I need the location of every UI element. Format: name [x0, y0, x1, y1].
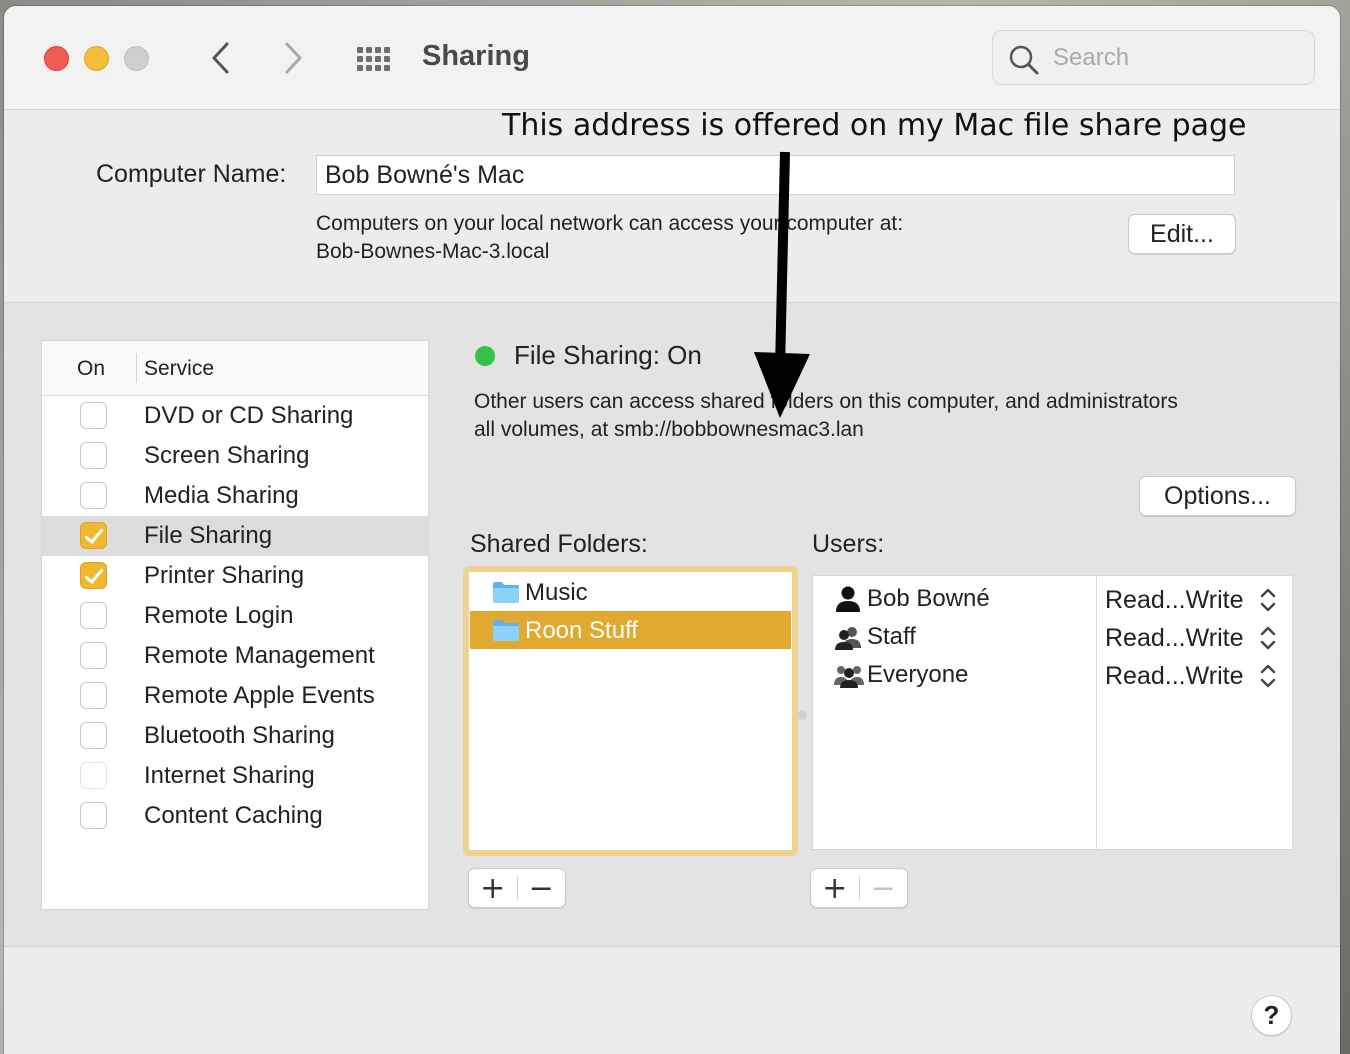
- minimize-window-button[interactable]: [84, 46, 109, 71]
- service-label: Remote Apple Events: [144, 682, 375, 709]
- user-row[interactable]: Everyone Read...Write: [813, 656, 1292, 694]
- service-row[interactable]: Bluetooth Sharing: [42, 716, 428, 756]
- service-checkbox[interactable]: [80, 762, 107, 789]
- user-row[interactable]: Bob Bowné Read...Write: [813, 580, 1292, 618]
- search-icon: [1009, 45, 1039, 75]
- chevron-up-down-icon[interactable]: [1259, 624, 1277, 657]
- remove-folder-button[interactable]: −: [517, 869, 565, 907]
- forward-button[interactable]: [274, 36, 314, 80]
- shared-folders-list[interactable]: Music Roon Stuff: [463, 566, 798, 856]
- service-row[interactable]: Internet Sharing: [42, 756, 428, 796]
- chevron-up-down-icon[interactable]: [1259, 586, 1277, 619]
- split-view-handle[interactable]: [797, 710, 807, 720]
- window-title: Sharing: [422, 40, 530, 72]
- service-checkbox[interactable]: [80, 642, 107, 669]
- chevron-up-down-icon[interactable]: [1259, 662, 1277, 695]
- users-list[interactable]: Bob Bowné Read...Write Staff Read...Write Ev…: [812, 575, 1293, 850]
- user-name: Everyone: [867, 661, 969, 688]
- zoom-window-button[interactable]: [124, 46, 149, 71]
- remove-user-button[interactable]: −: [859, 869, 907, 907]
- local-address-line2: Bob-Bownes-Mac-3.local: [316, 240, 550, 263]
- users-label: Users:: [812, 530, 885, 558]
- status-indicator-icon: [475, 346, 495, 366]
- service-row[interactable]: Remote Management: [42, 636, 428, 676]
- search-field[interactable]: [992, 30, 1315, 85]
- service-label: Bluetooth Sharing: [144, 722, 335, 749]
- service-list: On Service DVD or CD Sharing Screen Shari…: [41, 340, 429, 910]
- service-label: Remote Management: [144, 642, 375, 669]
- description-line1: Other users can access shared folders on…: [474, 390, 1178, 413]
- edit-button[interactable]: Edit...: [1128, 214, 1236, 254]
- service-row[interactable]: File Sharing: [42, 516, 428, 556]
- service-row[interactable]: Printer Sharing: [42, 556, 428, 596]
- service-label: File Sharing: [144, 522, 273, 549]
- service-checkbox[interactable]: [80, 442, 107, 469]
- service-label: Screen Sharing: [144, 442, 310, 469]
- service-row[interactable]: Media Sharing: [42, 476, 428, 516]
- local-address-line1: Computers on your local network can acce…: [316, 212, 904, 235]
- service-label: Content Caching: [144, 802, 323, 829]
- service-row[interactable]: Remote Login: [42, 596, 428, 636]
- service-checkbox[interactable]: [80, 402, 107, 429]
- user-name: Bob Bowné: [867, 585, 990, 612]
- user-name: Staff: [867, 623, 916, 650]
- service-checkbox[interactable]: [80, 602, 107, 629]
- user-row[interactable]: Staff Read...Write: [813, 618, 1292, 656]
- service-label: Media Sharing: [144, 482, 299, 509]
- file-sharing-status: File Sharing: On: [514, 340, 702, 370]
- folder-icon: [492, 580, 520, 609]
- folder-icon: [492, 618, 520, 647]
- service-row[interactable]: Screen Sharing: [42, 436, 428, 476]
- add-folder-button[interactable]: +: [469, 869, 517, 907]
- title-bar: Sharing: [4, 6, 1340, 110]
- chevron-left-icon: [212, 42, 229, 74]
- computer-name-field[interactable]: [316, 155, 1235, 195]
- search-input[interactable]: [1053, 41, 1303, 75]
- service-label: DVD or CD Sharing: [144, 402, 354, 429]
- users-add-remove-control: + −: [810, 868, 908, 908]
- back-button[interactable]: [200, 36, 240, 80]
- help-button[interactable]: ?: [1251, 995, 1292, 1036]
- shared-folders-label: Shared Folders:: [470, 530, 648, 558]
- service-checkbox[interactable]: [80, 722, 107, 749]
- column-header-service[interactable]: Service: [144, 357, 214, 381]
- permission-popup[interactable]: Read...Write: [1105, 624, 1243, 653]
- permission-popup[interactable]: Read...Write: [1105, 586, 1243, 615]
- shared-folder-row[interactable]: Roon Stuff: [470, 611, 791, 649]
- local-address-text: Computers on your local network can acce…: [316, 210, 903, 266]
- folder-name: Roon Stuff: [525, 617, 638, 644]
- service-checkbox[interactable]: [80, 802, 107, 829]
- service-label: Remote Login: [144, 602, 294, 629]
- close-window-button[interactable]: [44, 46, 69, 71]
- service-row[interactable]: Content Caching: [42, 796, 428, 836]
- person-icon: [833, 585, 863, 618]
- file-sharing-description: Other users can access shared folders on…: [474, 388, 1294, 444]
- service-list-header: On Service: [42, 341, 428, 396]
- annotation-text: This address is offered on my Mac file s…: [502, 108, 1247, 143]
- add-user-button[interactable]: +: [811, 869, 859, 907]
- description-line2: all volumes, at smb://bobbownesmac3.lan: [474, 418, 864, 441]
- service-row[interactable]: DVD or CD Sharing: [42, 396, 428, 436]
- column-header-on[interactable]: On: [77, 357, 105, 381]
- service-checkbox[interactable]: [80, 522, 107, 549]
- service-checkbox[interactable]: [80, 482, 107, 509]
- service-label: Printer Sharing: [144, 562, 305, 589]
- service-checkbox[interactable]: [80, 562, 107, 589]
- permission-popup[interactable]: Read...Write: [1105, 662, 1243, 691]
- column-separator: [136, 353, 137, 383]
- options-button[interactable]: Options...: [1139, 476, 1296, 516]
- service-checkbox[interactable]: [80, 682, 107, 709]
- service-label: Internet Sharing: [144, 762, 315, 789]
- folder-name: Music: [525, 579, 588, 606]
- computer-name-label: Computer Name:: [96, 160, 287, 188]
- group-icon: [833, 623, 863, 656]
- everyone-icon: [833, 661, 865, 694]
- service-row[interactable]: Remote Apple Events: [42, 676, 428, 716]
- show-all-grid-icon[interactable]: [354, 44, 394, 74]
- chevron-right-icon: [285, 42, 302, 74]
- shared-folder-row[interactable]: Music: [470, 573, 791, 611]
- folders-add-remove-control: + −: [468, 868, 566, 908]
